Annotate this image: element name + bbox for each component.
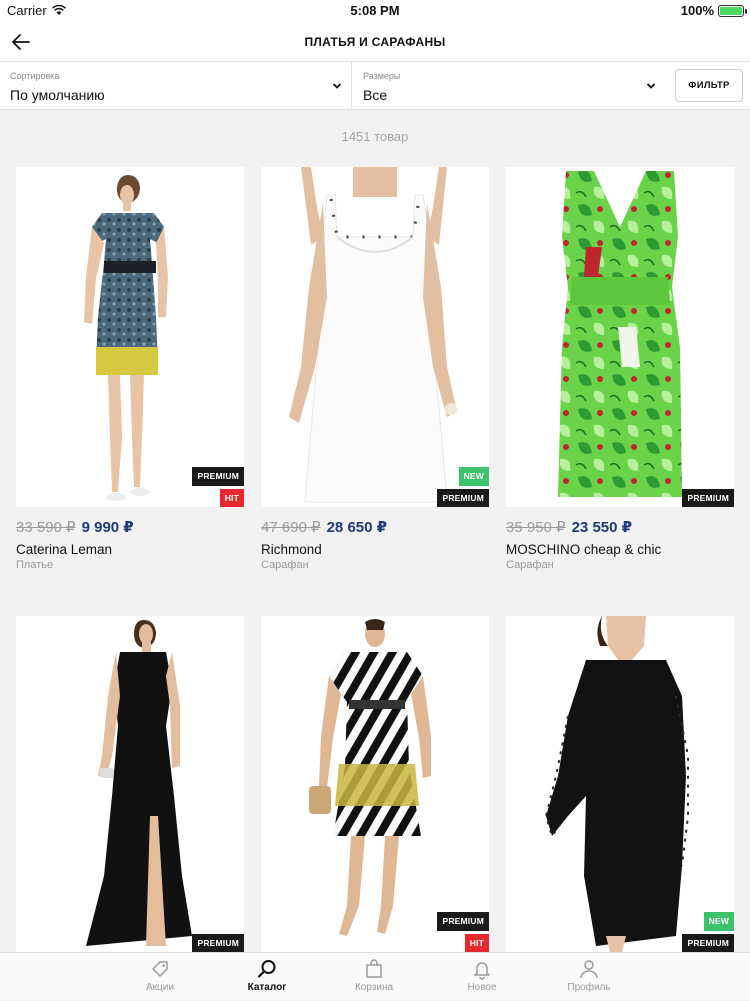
tab-label: Профиль <box>567 982 611 993</box>
current-price: 28 650 ₽ <box>326 519 388 536</box>
product-badges: PREMIUM HIT <box>192 467 244 507</box>
old-price: 33 590 ₽ <box>16 519 76 536</box>
search-icon <box>257 960 276 978</box>
tab-label: Корзина <box>354 982 394 993</box>
product-count: 1451 товар <box>341 129 409 144</box>
size-label: Размеры <box>363 71 401 81</box>
clock: 5:08 PM <box>350 3 400 18</box>
navigation-bar: ПЛАТЬЯ И САРАФАНЫ <box>0 22 750 62</box>
product-brand[interactable]: Caterina Leman <box>16 542 112 557</box>
product-badges: NEW PREMIUM <box>682 912 734 952</box>
premium-badge: PREMIUM <box>682 488 734 507</box>
premium-badge: PREMIUM <box>437 912 489 931</box>
product-image[interactable]: PREMIUM <box>506 167 734 507</box>
tab-new[interactable]: Новое <box>432 953 532 1001</box>
product-badges: PREMIUM HIT <box>437 912 489 952</box>
product-type: Сарафан <box>506 559 554 571</box>
sort-select[interactable]: Сортировка По умолчанию <box>0 62 352 110</box>
product-badges: NEW PREMIUM <box>437 467 489 507</box>
page-title: ПЛАТЬЯ И САРАФАНЫ <box>304 35 446 49</box>
tab-promotions[interactable]: Акции <box>110 953 210 1001</box>
product-prices: 35 950 ₽ 23 550 ₽ <box>506 518 632 536</box>
hit-badge: HIT <box>464 933 489 952</box>
old-price: 47 690 ₽ <box>261 519 321 536</box>
status-bar: Carrier 5:08 PM 100% <box>0 0 750 22</box>
current-price: 23 550 ₽ <box>571 519 633 536</box>
sort-value: По умолчанию <box>10 87 105 103</box>
new-badge: NEW <box>703 912 734 931</box>
bag-icon <box>366 959 382 978</box>
old-price: 35 950 ₽ <box>506 519 566 536</box>
size-select[interactable]: Размеры Все <box>353 62 665 110</box>
new-badge: NEW <box>458 467 489 486</box>
product-badges: PREMIUM <box>192 933 244 952</box>
filter-row: Сортировка По умолчанию Размеры Все ФИЛЬ… <box>0 62 750 110</box>
tab-bar: Акции Каталог Корзина Новое Профиль <box>0 952 750 1000</box>
product-image[interactable]: NEW PREMIUM <box>261 167 489 507</box>
tab-label: Каталог <box>247 982 287 993</box>
current-price: 9 990 ₽ <box>81 519 134 536</box>
size-value: Все <box>363 87 388 103</box>
product-image[interactable]: PREMIUM HIT <box>261 616 489 952</box>
product-image[interactable]: PREMIUM HIT <box>16 167 244 507</box>
hit-badge: HIT <box>219 488 244 507</box>
filter-button[interactable]: ФИЛЬТР <box>675 69 743 102</box>
chevron-down-icon <box>332 83 342 89</box>
product-prices: 33 590 ₽ 9 990 ₽ <box>16 518 134 536</box>
premium-badge: PREMIUM <box>192 933 244 952</box>
battery-percent: 100% <box>680 3 714 18</box>
product-brand[interactable]: MOSCHINO cheap & chic <box>506 542 661 557</box>
tab-profile[interactable]: Профиль <box>539 953 639 1001</box>
premium-badge: PREMIUM <box>192 467 244 486</box>
tag-icon <box>152 961 168 977</box>
premium-badge: PREMIUM <box>682 933 734 952</box>
battery-indicator: 100% <box>680 3 747 18</box>
battery-icon <box>718 4 747 17</box>
product-brand[interactable]: Richmond <box>261 542 322 557</box>
bell-icon <box>474 962 490 980</box>
tab-label: Новое <box>467 982 497 993</box>
user-icon <box>580 960 598 979</box>
sort-label: Сортировка <box>10 71 60 81</box>
tab-cart[interactable]: Корзина <box>324 953 424 1001</box>
tab-catalog[interactable]: Каталог <box>217 953 317 1001</box>
product-type: Сарафан <box>261 559 309 571</box>
product-badges: PREMIUM <box>682 488 734 507</box>
product-prices: 47 690 ₽ 28 650 ₽ <box>261 518 387 536</box>
chevron-down-icon <box>646 83 656 89</box>
product-image[interactable]: NEW PREMIUM <box>506 616 734 952</box>
product-image[interactable]: PREMIUM <box>16 616 244 952</box>
product-type: Платье <box>16 559 54 571</box>
premium-badge: PREMIUM <box>437 488 489 507</box>
tab-label: Акции <box>146 982 174 993</box>
